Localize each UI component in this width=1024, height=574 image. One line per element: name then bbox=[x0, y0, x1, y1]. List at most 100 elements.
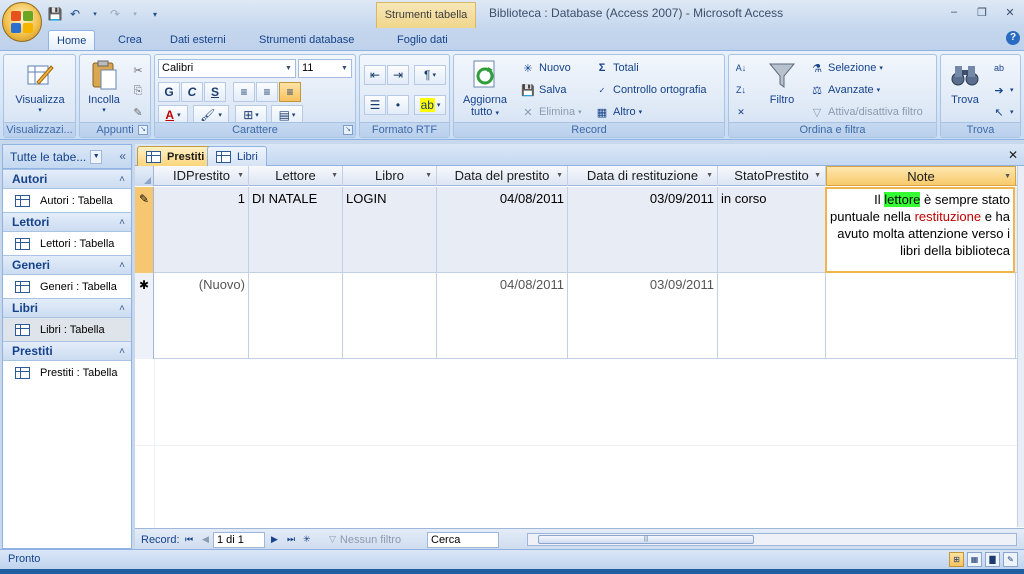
clear-sort-icon[interactable]: ✕ bbox=[733, 103, 749, 121]
cell-idprestito[interactable]: (Nuovo) bbox=[155, 273, 249, 359]
delete-record-button[interactable]: ✕ Elimina ▾ bbox=[520, 103, 581, 121]
paragraph-direction-icon[interactable]: ¶ ▾ bbox=[414, 65, 446, 85]
column-header-data-restituzione[interactable]: Data di restituzione ▼ bbox=[568, 166, 718, 186]
sort-descending-icon[interactable]: Z↓ bbox=[733, 81, 749, 99]
restore-icon[interactable]: ❐ bbox=[972, 3, 992, 21]
pivot-table-view-icon[interactable]: ▦ bbox=[967, 552, 982, 567]
vertical-scrollbar[interactable] bbox=[1017, 166, 1024, 527]
redo-icon[interactable]: ↷ bbox=[106, 5, 124, 23]
doc-tab-libri[interactable]: Libri bbox=[207, 146, 267, 166]
new-record-row[interactable]: ✱ (Nuovo) 04/08/2011 03/09/2011 bbox=[135, 273, 1024, 359]
paste-button[interactable]: Incolla ▾ bbox=[83, 59, 125, 114]
decrease-indent-icon[interactable]: ⇤ bbox=[364, 65, 386, 85]
close-document-icon[interactable]: ✕ bbox=[1008, 148, 1018, 162]
spelling-button[interactable]: ✓ Controllo ortografia bbox=[594, 81, 707, 99]
tab-home[interactable]: Home bbox=[48, 30, 96, 50]
column-dropdown-icon[interactable]: ▼ bbox=[425, 166, 432, 186]
cell-data-prestito[interactable]: 04/08/2011 bbox=[437, 187, 568, 273]
align-center-icon[interactable]: ≡ bbox=[256, 82, 278, 102]
select-icon[interactable]: ↖ ▾ bbox=[991, 103, 1013, 121]
pivot-chart-view-icon[interactable]: ▇ bbox=[985, 552, 1000, 567]
nav-item-autori-table[interactable]: Autori : Tabella bbox=[3, 189, 131, 212]
cell-data-restituzione[interactable]: 03/09/2011 bbox=[568, 187, 718, 273]
more-button[interactable]: ▦ Altro ▾ bbox=[594, 103, 642, 121]
cell-idprestito[interactable]: 1 bbox=[155, 187, 249, 273]
search-input[interactable]: Cerca bbox=[427, 532, 499, 548]
next-record-icon[interactable]: ▶ bbox=[271, 532, 278, 547]
cell-lettore[interactable]: DI NATALE bbox=[249, 187, 343, 273]
sort-ascending-icon[interactable]: A↓ bbox=[733, 59, 749, 77]
nav-pane-collapse-icon[interactable]: « bbox=[119, 149, 126, 163]
cut-icon[interactable]: ✂ bbox=[130, 61, 146, 79]
redo-dropdown-icon[interactable]: ▾ bbox=[126, 5, 144, 23]
cell-data-prestito[interactable]: 04/08/2011 bbox=[437, 273, 568, 359]
goto-icon[interactable]: ➔ ▾ bbox=[991, 81, 1013, 99]
new-record-nav-icon[interactable]: ✳ bbox=[303, 532, 311, 547]
column-dropdown-icon[interactable]: ▼ bbox=[331, 166, 338, 186]
view-button[interactable]: Visualizza ▾ bbox=[12, 59, 68, 114]
datasheet-view-icon[interactable]: ⊞ bbox=[949, 552, 964, 567]
minimize-icon[interactable]: – bbox=[944, 3, 964, 21]
cell-note[interactable] bbox=[826, 273, 1016, 359]
copy-icon[interactable]: ⎘ bbox=[130, 82, 146, 100]
clipboard-launcher-icon[interactable]: ↘ bbox=[138, 125, 148, 135]
tab-dati-esterni[interactable]: Dati esterni bbox=[162, 30, 234, 50]
column-dropdown-icon[interactable]: ▼ bbox=[814, 166, 821, 186]
cell-libro[interactable] bbox=[343, 273, 437, 359]
cell-stato-prestito[interactable] bbox=[718, 273, 826, 359]
save-icon[interactable]: 💾 bbox=[46, 5, 64, 23]
italic-button[interactable]: C bbox=[181, 82, 203, 102]
font-launcher-icon[interactable]: ↘ bbox=[343, 125, 353, 135]
font-name-combo[interactable]: Calibri ▼ bbox=[158, 59, 296, 78]
last-record-icon[interactable]: ⏭ bbox=[287, 532, 295, 547]
underline-button[interactable]: S bbox=[204, 82, 226, 102]
nav-item-generi-table[interactable]: Generi : Tabella bbox=[3, 275, 131, 298]
format-painter-icon[interactable]: ✎ bbox=[130, 103, 146, 121]
save-record-button[interactable]: 💾 Salva bbox=[520, 81, 566, 99]
new-record-button[interactable]: ✳ Nuovo bbox=[520, 59, 570, 77]
horizontal-scrollbar[interactable]: ||| bbox=[527, 533, 1017, 546]
bullet-list-icon[interactable]: • bbox=[387, 95, 409, 115]
column-dropdown-icon[interactable]: ▼ bbox=[556, 166, 563, 186]
replace-icon[interactable]: ab bbox=[991, 59, 1007, 77]
find-button[interactable]: Trova bbox=[945, 59, 985, 106]
pencil-icon[interactable]: ✎ bbox=[135, 187, 154, 273]
office-button[interactable] bbox=[2, 2, 42, 42]
column-header-idprestito[interactable]: IDPrestito ▼ bbox=[155, 166, 249, 186]
column-header-note[interactable]: Note ▼ bbox=[826, 166, 1016, 186]
align-right-icon[interactable]: ≡ bbox=[279, 82, 301, 102]
cell-stato-prestito[interactable]: in corso bbox=[718, 187, 826, 273]
nav-group-libri[interactable]: Libri ˄ bbox=[3, 298, 131, 318]
doc-tab-prestiti[interactable]: Prestiti bbox=[137, 146, 214, 166]
nav-item-libri-table[interactable]: Libri : Tabella bbox=[3, 318, 131, 341]
horizontal-scroll-thumb[interactable]: ||| bbox=[538, 535, 754, 544]
nav-group-lettori[interactable]: Lettori ˄ bbox=[3, 212, 131, 232]
column-header-data-prestito[interactable]: Data del prestito ▼ bbox=[437, 166, 568, 186]
advanced-button[interactable]: ⚖ Avanzate ▾ bbox=[809, 81, 880, 99]
bold-button[interactable]: G bbox=[158, 82, 180, 102]
highlight-color-icon[interactable]: ab ▾ bbox=[414, 95, 446, 115]
tab-foglio-dati[interactable]: Foglio dati bbox=[389, 30, 456, 50]
select-all-corner[interactable] bbox=[135, 166, 154, 186]
nav-group-prestiti[interactable]: Prestiti ˄ bbox=[3, 341, 131, 361]
column-header-stato-prestito[interactable]: StatoPrestito ▼ bbox=[718, 166, 826, 186]
refresh-all-button[interactable]: Aggiorna tutto ▾ bbox=[457, 59, 513, 118]
table-row[interactable]: ✎ 1 DI NATALE LOGIN 04/08/2011 03/09/201… bbox=[135, 187, 1024, 273]
first-record-icon[interactable]: ⏮ bbox=[185, 532, 193, 547]
customize-qat-icon[interactable]: ▾ bbox=[146, 5, 164, 23]
cell-note[interactable]: Il lettore è sempre stato puntuale nella… bbox=[825, 187, 1015, 273]
align-left-icon[interactable]: ≡ bbox=[233, 82, 255, 102]
nav-item-lettori-table[interactable]: Lettori : Tabella bbox=[3, 232, 131, 255]
numbered-list-icon[interactable]: ☰ bbox=[364, 95, 386, 115]
column-dropdown-icon[interactable]: ▼ bbox=[1004, 167, 1011, 187]
cell-libro[interactable]: LOGIN bbox=[343, 187, 437, 273]
column-header-libro[interactable]: Libro ▼ bbox=[343, 166, 437, 186]
tab-crea[interactable]: Crea bbox=[110, 30, 150, 50]
filter-button[interactable]: Filtro bbox=[761, 59, 803, 106]
cell-lettore[interactable] bbox=[249, 273, 343, 359]
nav-group-autori[interactable]: Autori ˄ bbox=[3, 169, 131, 189]
previous-record-icon[interactable]: ◀ bbox=[202, 532, 209, 547]
cell-data-restituzione[interactable]: 03/09/2011 bbox=[568, 273, 718, 359]
font-size-combo[interactable]: 11 ▼ bbox=[298, 59, 352, 78]
no-filter-button[interactable]: ▽ Nessun filtro bbox=[329, 532, 401, 547]
